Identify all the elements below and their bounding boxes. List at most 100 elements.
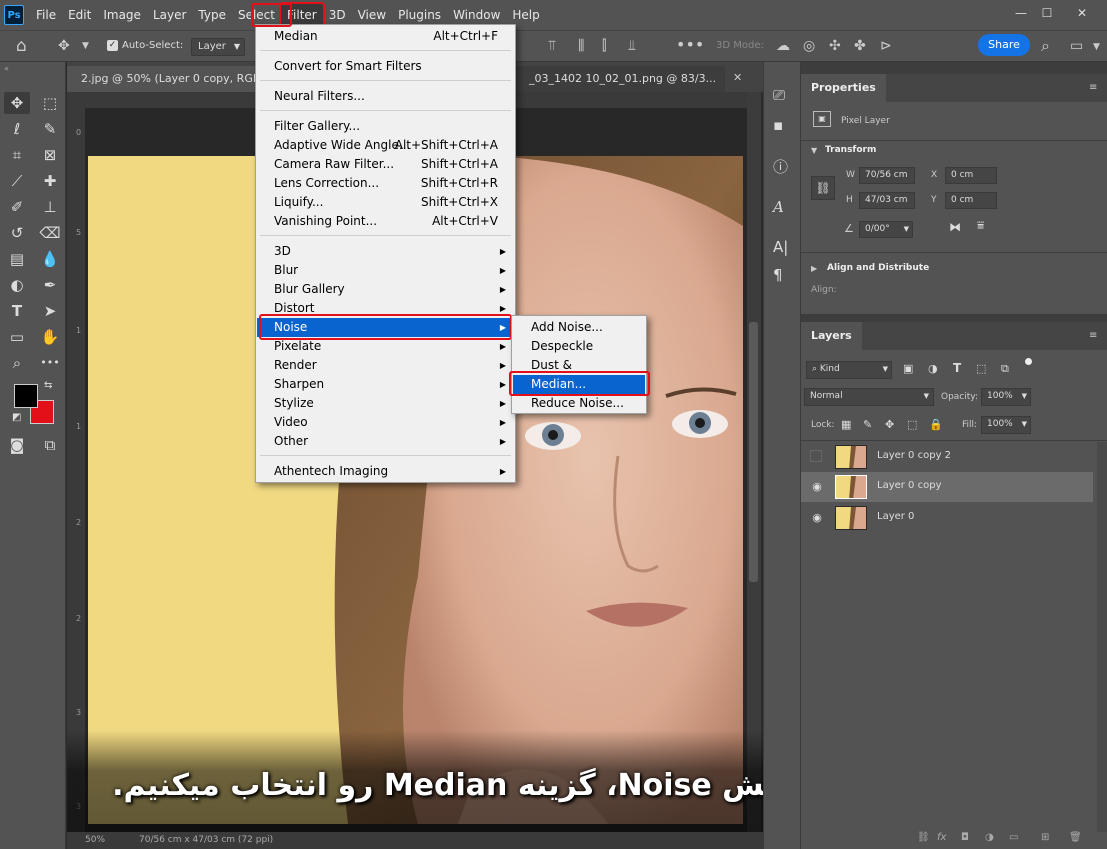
menu-edit[interactable]: Edit: [62, 4, 97, 26]
menu-image[interactable]: Image: [97, 4, 147, 26]
history-icon[interactable]: ⎚: [773, 86, 785, 104]
close-tab-icon[interactable]: ✕: [733, 71, 742, 84]
new-group-icon[interactable]: ▭: [1009, 832, 1018, 843]
lasso-tool-icon[interactable]: ℓ: [4, 118, 30, 140]
lock-all-icon[interactable]: 🔒: [929, 418, 943, 431]
link-icon[interactable]: ⛓: [811, 176, 835, 200]
chevron-right-icon[interactable]: ▶: [811, 264, 817, 273]
dodge-tool-icon[interactable]: ◐: [4, 274, 30, 296]
layer-row[interactable]: ◉ Layer 0: [801, 503, 1093, 533]
new-layer-icon[interactable]: ⊞: [1041, 832, 1049, 843]
3d-pan-icon[interactable]: ✣: [829, 38, 841, 54]
frame-tool-icon[interactable]: ⊠: [37, 144, 63, 166]
maximize-icon[interactable]: ☐: [1039, 5, 1055, 21]
menu-item-athentech-imaging[interactable]: Athentech Imaging ▶: [257, 462, 514, 481]
auto-select-checkbox[interactable]: ✓: [107, 40, 118, 51]
tab-properties[interactable]: Properties: [801, 74, 886, 102]
height-field[interactable]: 47/03 cm: [859, 192, 915, 209]
menu-item-video[interactable]: Video ▶: [257, 413, 514, 432]
layers-scrollbar[interactable]: [1097, 442, 1107, 832]
3d-orbit-icon[interactable]: ☁: [776, 38, 790, 54]
crop-tool-icon[interactable]: ⌗: [4, 144, 30, 166]
foreground-color-swatch[interactable]: [14, 384, 38, 408]
filter-pixel-icon[interactable]: ▣: [903, 362, 913, 375]
character-icon[interactable]: A: [773, 198, 784, 216]
menu-item-lens-correction[interactable]: Lens Correction... Shift+Ctrl+R: [257, 174, 514, 193]
scrollbar-thumb[interactable]: [749, 322, 758, 582]
align-top-icon[interactable]: ⫪: [548, 38, 556, 54]
opacity-field[interactable]: 100% ▼: [981, 388, 1031, 406]
layer-row-selected[interactable]: ◉ Layer 0 copy: [801, 472, 1093, 502]
default-colors-icon[interactable]: ◩: [12, 412, 21, 423]
document-tab-active[interactable]: 2.jpg @ 50% (Layer 0 copy, RGB/8: [67, 66, 257, 92]
menu-item-add-noise[interactable]: Add Noise...: [513, 318, 645, 337]
menu-item-3d[interactable]: 3D ▶: [257, 242, 514, 261]
pen-tool-icon[interactable]: ✒: [37, 274, 63, 296]
menu-item-despeckle[interactable]: Despeckle: [513, 337, 645, 356]
layer-name[interactable]: Layer 0 copy: [877, 480, 941, 491]
panel-menu-icon[interactable]: ≡: [1089, 82, 1097, 93]
chevron-down-icon[interactable]: ▼: [811, 146, 817, 155]
link-layers-icon[interactable]: ⛓: [917, 832, 930, 843]
menu-window[interactable]: Window: [447, 4, 506, 26]
quick-mask-icon[interactable]: ◙: [4, 434, 30, 456]
y-field[interactable]: 0 cm: [945, 192, 997, 209]
menu-plugins[interactable]: Plugins: [392, 4, 447, 26]
menu-item-adaptive-wide-angle[interactable]: Adaptive Wide Angle... Alt+Shift+Ctrl+A: [257, 136, 514, 155]
workspace-icon[interactable]: ▭: [1070, 38, 1083, 54]
character-style-icon[interactable]: A|: [773, 238, 788, 256]
menu-item-vanishing-point[interactable]: Vanishing Point... Alt+Ctrl+V: [257, 212, 514, 231]
screen-mode-icon[interactable]: ⧉: [37, 434, 63, 456]
menu-item-camera-raw[interactable]: Camera Raw Filter... Shift+Ctrl+A: [257, 155, 514, 174]
menu-view[interactable]: View: [352, 4, 392, 26]
visibility-toggle[interactable]: [810, 450, 822, 462]
eye-icon[interactable]: ◉: [810, 511, 824, 525]
minimize-icon[interactable]: —: [1013, 5, 1029, 21]
menu-item-convert-smart-filters[interactable]: Convert for Smart Filters: [257, 57, 514, 76]
menu-item-filter-gallery[interactable]: Filter Gallery...: [257, 117, 514, 136]
layer-name[interactable]: Layer 0: [877, 511, 914, 522]
x-field[interactable]: 0 cm: [945, 167, 997, 184]
zoom-level[interactable]: 50%: [85, 832, 105, 849]
quick-select-tool-icon[interactable]: ✎: [37, 118, 63, 140]
angle-field[interactable]: 0/00° ▼: [859, 221, 913, 238]
filter-toggle-icon[interactable]: [1025, 358, 1032, 365]
stamp-tool-icon[interactable]: ⊥: [37, 196, 63, 218]
menu-item-last-filter[interactable]: Median Alt+Ctrl+F: [257, 27, 514, 46]
menu-layer[interactable]: Layer: [147, 4, 192, 26]
eyedropper-tool-icon[interactable]: ⟋: [4, 170, 30, 192]
path-select-tool-icon[interactable]: ➤: [37, 300, 63, 322]
zoom-tool-icon[interactable]: ⌕: [4, 352, 30, 374]
auto-select-target-dropdown[interactable]: Layer ▼: [191, 38, 245, 56]
menu-3d[interactable]: 3D: [323, 4, 352, 26]
menu-type[interactable]: Type: [192, 4, 232, 26]
menu-item-liquify[interactable]: Liquify... Shift+Ctrl+X: [257, 193, 514, 212]
distribute-bottom-icon[interactable]: ⫫: [628, 38, 636, 54]
document-tab[interactable]: _03_1402 10_02_01.png @ 83/3...: [515, 66, 725, 92]
collapse-icon[interactable]: «: [4, 64, 9, 73]
panel-menu-icon[interactable]: ≡: [1089, 330, 1097, 341]
history-brush-icon[interactable]: ↺: [4, 222, 30, 244]
share-button[interactable]: Share: [978, 34, 1030, 56]
flip-horizontal-icon[interactable]: ⧓: [949, 220, 961, 234]
filter-smart-object-icon[interactable]: ⧉: [1001, 362, 1009, 376]
eraser-tool-icon[interactable]: ⌫: [37, 222, 63, 244]
filter-adjustment-icon[interactable]: ◑: [928, 362, 938, 375]
menu-item-stylize[interactable]: Stylize ▶: [257, 394, 514, 413]
chevron-down-icon[interactable]: ▼: [1093, 42, 1100, 52]
adjustment-layer-icon[interactable]: ◑: [985, 832, 994, 843]
more-options-icon[interactable]: •••: [676, 35, 704, 54]
chevron-down-icon[interactable]: ▼: [82, 41, 89, 51]
close-icon[interactable]: ✕: [1074, 5, 1090, 21]
filter-type-icon[interactable]: T: [953, 361, 961, 375]
tab-layers[interactable]: Layers: [801, 322, 862, 350]
menu-item-sharpen[interactable]: Sharpen ▶: [257, 375, 514, 394]
vertical-scrollbar[interactable]: [747, 92, 761, 832]
menu-item-blur-gallery[interactable]: Blur Gallery ▶: [257, 280, 514, 299]
distribute-vertical-icon[interactable]: ⫼: [578, 38, 584, 54]
lock-artboard-icon[interactable]: ⬚: [907, 418, 917, 431]
brush-tool-icon[interactable]: ✐: [4, 196, 30, 218]
distribute-center-icon[interactable]: ⫿: [602, 38, 606, 54]
flip-vertical-icon[interactable]: ⩸: [977, 218, 984, 233]
blur-tool-icon[interactable]: 💧: [37, 248, 63, 270]
